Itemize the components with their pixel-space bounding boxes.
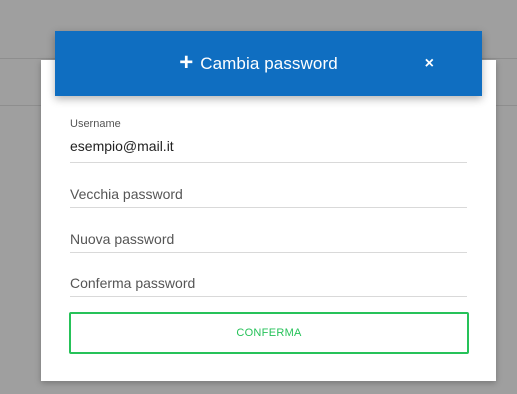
close-icon[interactable]: × (425, 55, 434, 72)
username-field: Username esempio@mail.it (70, 118, 467, 163)
dialog-title-wrap: + Cambia password (55, 31, 482, 96)
username-value: esempio@mail.it (70, 138, 174, 154)
plus-icon: + (179, 48, 194, 76)
username-label: Username (70, 118, 121, 130)
confirm-password-input[interactable] (70, 270, 467, 296)
confirm-button[interactable]: CONFERMA (69, 312, 469, 354)
old-password-field[interactable] (70, 180, 467, 208)
dialog-title: Cambia password (200, 53, 338, 73)
new-password-input[interactable] (70, 226, 467, 252)
confirm-password-field[interactable] (70, 270, 467, 297)
old-password-input[interactable] (70, 180, 467, 207)
new-password-field[interactable] (70, 226, 467, 253)
dialog-header: + Cambia password × (55, 31, 482, 96)
